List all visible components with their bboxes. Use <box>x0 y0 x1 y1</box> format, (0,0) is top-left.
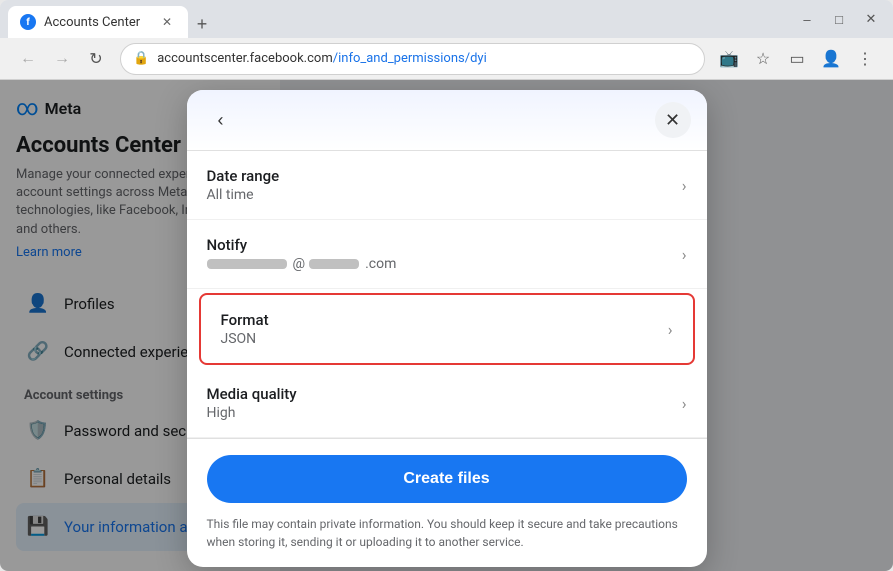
forward-button[interactable]: → <box>46 43 78 75</box>
notify-value: @ .com <box>207 256 682 272</box>
url-prefix: accountscenter.facebook.com <box>157 51 333 66</box>
modal-footer: Create files This file may contain priva… <box>187 438 707 567</box>
tab-favicon: f <box>20 14 36 30</box>
page-content: ∞ Meta Accounts Center Manage your conne… <box>0 80 893 571</box>
tab-title: Accounts Center <box>44 15 150 30</box>
notify-label: Notify <box>207 236 682 254</box>
email-domain-bar <box>309 259 359 269</box>
address-bar: ← → ↻ 🔒 accountscenter.facebook.com/info… <box>0 38 893 80</box>
modal-overlay[interactable]: ‹ ✕ Date range All time › <box>0 80 893 571</box>
notify-content: Notify @ .com <box>207 236 682 272</box>
format-arrow-icon: › <box>668 320 673 339</box>
notify-arrow-icon: › <box>682 245 687 264</box>
email-redacted-bar <box>207 259 287 269</box>
profile-button[interactable]: 👤 <box>815 43 847 75</box>
create-files-button[interactable]: Create files <box>207 455 687 503</box>
refresh-button[interactable]: ↻ <box>80 43 112 75</box>
format-value: JSON <box>221 331 668 347</box>
menu-button[interactable]: ⋮ <box>849 43 881 75</box>
maximize-button[interactable]: □ <box>825 5 853 33</box>
minimize-button[interactable]: – <box>793 5 821 33</box>
notify-dot-com: .com <box>365 256 396 272</box>
notify-item[interactable]: Notify @ .com › <box>187 220 707 289</box>
bookmark-button[interactable]: ☆ <box>747 43 779 75</box>
media-quality-item[interactable]: Media quality High › <box>187 369 707 438</box>
tab-area: f Accounts Center ✕ + <box>8 0 789 38</box>
media-quality-label: Media quality <box>207 385 682 403</box>
url-text: accountscenter.facebook.com/info_and_per… <box>157 51 692 66</box>
cast-button[interactable]: 📺 <box>713 43 745 75</box>
media-quality-content: Media quality High <box>207 385 682 421</box>
media-quality-value: High <box>207 405 682 421</box>
tab-close-button[interactable]: ✕ <box>158 13 176 31</box>
url-bar[interactable]: 🔒 accountscenter.facebook.com/info_and_p… <box>120 43 705 75</box>
url-suffix: /info_and_permissions/dyi <box>333 51 487 66</box>
format-item[interactable]: Format JSON › <box>199 293 695 365</box>
format-content: Format JSON <box>221 311 668 347</box>
toolbar-actions: 📺 ☆ ▭ 👤 ⋮ <box>713 43 881 75</box>
sidebar-toggle-button[interactable]: ▭ <box>781 43 813 75</box>
date-range-label: Date range <box>207 167 682 185</box>
modal-dialog: ‹ ✕ Date range All time › <box>187 90 707 567</box>
modal-header: ‹ ✕ <box>187 90 707 151</box>
nav-controls: ← → ↻ <box>12 43 112 75</box>
date-range-arrow-icon: › <box>682 176 687 195</box>
browser-window: f Accounts Center ✕ + – □ ✕ ← → ↻ 🔒 acco… <box>0 0 893 571</box>
modal-back-button[interactable]: ‹ <box>203 102 239 138</box>
format-label: Format <box>221 311 668 329</box>
modal-close-button[interactable]: ✕ <box>655 102 691 138</box>
close-window-button[interactable]: ✕ <box>857 5 885 33</box>
lock-icon: 🔒 <box>133 51 149 66</box>
privacy-notice: This file may contain private informatio… <box>207 515 687 551</box>
back-button[interactable]: ← <box>12 43 44 75</box>
title-bar: f Accounts Center ✕ + – □ ✕ <box>0 0 893 38</box>
modal-body: Date range All time › Notify @ <box>187 151 707 438</box>
browser-tab[interactable]: f Accounts Center ✕ <box>8 6 188 38</box>
notify-at-symbol: @ <box>293 256 306 272</box>
date-range-content: Date range All time <box>207 167 682 203</box>
window-controls: – □ ✕ <box>793 5 885 33</box>
date-range-item[interactable]: Date range All time › <box>187 151 707 220</box>
date-range-value: All time <box>207 187 682 203</box>
new-tab-button[interactable]: + <box>188 10 216 38</box>
media-quality-arrow-icon: › <box>682 394 687 413</box>
